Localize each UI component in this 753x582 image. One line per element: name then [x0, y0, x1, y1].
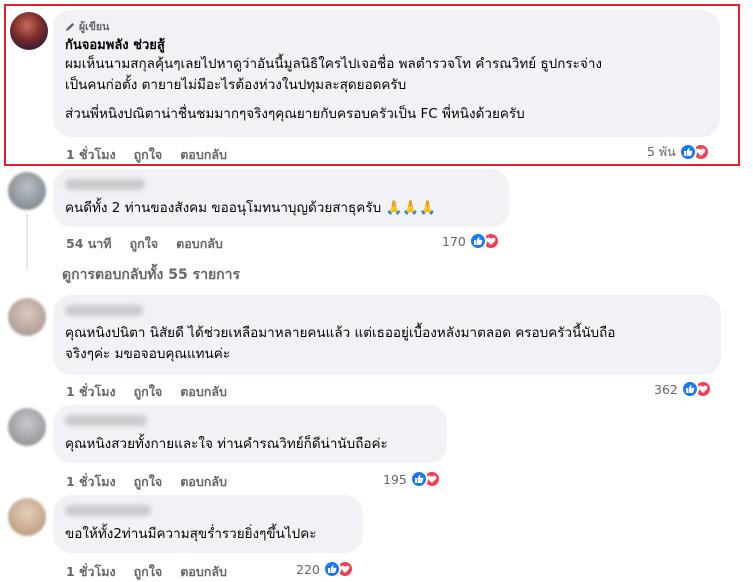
reaction-count: 195 [383, 471, 407, 487]
comment-text-line: ขอให้ทั้ง2ท่านมีความสุขร่ำรวยยิ่งๆขึ้นไป… [65, 526, 317, 542]
comment-time[interactable]: 1 ชั่วโมง [66, 472, 116, 492]
comment-actions: 1 ชั่วโมง ถูกใจ ตอบกลับ [66, 472, 227, 492]
like-button[interactable]: ถูกใจ [134, 145, 163, 165]
thumbs-up-icon [680, 380, 699, 398]
comment-author[interactable]: กันจอมพลัง ช่วยสู้ [65, 38, 708, 54]
author-badge: ผู้เขียน [65, 18, 708, 35]
reply-button[interactable]: ตอบกลับ [176, 234, 223, 254]
reply-button[interactable]: ตอบกลับ [180, 145, 227, 165]
author-badge-label: ผู้เขียน [79, 21, 110, 33]
comment-time[interactable]: 1 ชั่วโมง [66, 145, 116, 165]
avatar[interactable] [10, 12, 48, 50]
thumbs-up-icon [322, 560, 341, 578]
blurred-author-name[interactable] [65, 179, 145, 190]
reaction-summary[interactable]: 195 [383, 470, 441, 488]
blurred-author-name[interactable] [65, 505, 151, 516]
thumbs-up-icon [468, 232, 487, 250]
comment-text-line: ผมเห็นนามสกุลคุ้นๆเลยไปหาดูว่าอันนี้มูลน… [65, 56, 602, 72]
reaction-count: 5 พัน [647, 144, 676, 159]
thumbs-up-icon [409, 470, 428, 488]
reaction-summary[interactable]: 220 [296, 560, 354, 578]
comment-text-line: จริงๆค่ะ มขอจอบคุณแทนค่ะ [65, 346, 231, 362]
view-replies-link[interactable]: ดูการตอบกลับทั้ง 55 รายการ [62, 264, 240, 286]
comment-actions: 1 ชั่วโมง ถูกใจ ตอบกลับ [66, 382, 227, 402]
comment-actions: 1 ชั่วโมง ถูกใจ ตอบกลับ [66, 562, 227, 582]
comment-bubble: ขอให้ทั้ง2ท่านมีความสุขร่ำรวยยิ่งๆขึ้นไป… [53, 495, 363, 553]
like-button[interactable]: ถูกใจ [134, 472, 163, 492]
reply-button[interactable]: ตอบกลับ [180, 472, 227, 492]
reaction-summary[interactable]: 362 [654, 380, 712, 398]
thread-line [26, 214, 28, 269]
comment-time[interactable]: 1 ชั่วโมง [66, 382, 116, 402]
like-button[interactable]: ถูกใจ [130, 234, 159, 254]
avatar[interactable] [8, 408, 46, 446]
comment-text-line: คนดีทั้ง 2 ท่านของสังคม ขออนุโมทนาบุญด้ว… [65, 200, 436, 216]
avatar[interactable] [8, 498, 46, 536]
comment-text-line: เป็นคนก่อตั้ง ตายายไม่มีอะไรต้องห่วงในปท… [65, 77, 407, 93]
comment-text-line: คุณหนิงปนิตา นิสัยดี ได้ช่วยเหลือมาหลายค… [65, 325, 616, 341]
reply-button[interactable]: ตอบกลับ [180, 562, 227, 582]
comment-time[interactable]: 1 ชั่วโมง [66, 562, 116, 582]
comment-text-line: คุณหนิงสวยทั้งกายและใจ ท่านคำรณวิทย์ก็ดี… [65, 436, 388, 452]
reaction-summary[interactable]: 170 [442, 232, 500, 250]
reaction-count: 362 [654, 381, 678, 397]
blurred-author-name[interactable] [65, 305, 143, 316]
comment-actions: 1 ชั่วโมง ถูกใจ ตอบกลับ [66, 145, 227, 165]
thumbs-up-icon [678, 143, 697, 161]
avatar[interactable] [8, 298, 46, 336]
comment-bubble: คนดีทั้ง 2 ท่านของสังคม ขออนุโมทนาบุญด้ว… [53, 169, 509, 227]
blurred-author-name[interactable] [65, 415, 147, 426]
reaction-count: 220 [296, 561, 320, 577]
comment-bubble: ผู้เขียน กันจอมพลัง ช่วยสู้ ผมเห็นนามสกุ… [53, 10, 720, 137]
comment-actions: 54 นาที ถูกใจ ตอบกลับ [66, 234, 223, 254]
reply-button[interactable]: ตอบกลับ [180, 382, 227, 402]
comment-bubble: คุณหนิงสวยทั้งกายและใจ ท่านคำรณวิทย์ก็ดี… [53, 405, 447, 463]
like-button[interactable]: ถูกใจ [134, 382, 163, 402]
avatar[interactable] [8, 172, 46, 210]
comment-text-line: ส่วนพี่หนิงปณิตาน่าชื่นชมมากๆจริงๆคุณยาย… [65, 106, 525, 122]
pen-icon [65, 22, 75, 32]
like-button[interactable]: ถูกใจ [134, 562, 163, 582]
view-replies-label: ดูการตอบกลับทั้ง 55 รายการ [62, 267, 241, 283]
reaction-summary[interactable]: 5 พัน [647, 142, 710, 162]
comment-time[interactable]: 54 นาที [66, 234, 112, 254]
comment-bubble: คุณหนิงปนิตา นิสัยดี ได้ช่วยเหลือมาหลายค… [53, 295, 721, 375]
reaction-count: 170 [442, 233, 466, 249]
